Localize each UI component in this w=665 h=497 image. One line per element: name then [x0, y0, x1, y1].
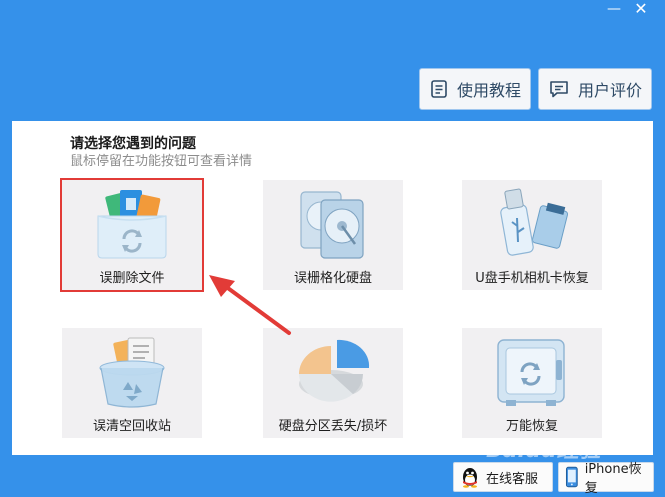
watermark: Baidu经验 — [486, 438, 601, 463]
hard-disk-icon — [300, 191, 364, 259]
tutorial-label: 使用教程 — [456, 81, 521, 100]
recycle-bin-icon — [99, 337, 165, 408]
minimize-button[interactable]: — — [601, 0, 627, 18]
tile-label: 硬盘分区丢失/损坏 — [278, 419, 388, 434]
pie-partition-icon — [299, 339, 370, 402]
tile-label: 误删除文件 — [99, 271, 165, 286]
tile-usb-card-recovery[interactable]: U盘手机相机卡恢复 — [462, 180, 602, 290]
iphone-recovery-label: iPhone恢复 — [584, 462, 642, 496]
tile-label: U盘手机相机卡恢复 — [475, 271, 589, 286]
tile-partition-lost[interactable]: 硬盘分区丢失/损坏 — [263, 328, 403, 438]
document-icon — [431, 80, 447, 98]
tile-label: 误清空回收站 — [92, 419, 171, 434]
tile-universal-recovery[interactable]: 万能恢复 — [462, 328, 602, 438]
tile-recycle-bin[interactable]: 误清空回收站 — [62, 328, 202, 438]
usb-sdcard-icon — [500, 188, 569, 256]
review-label: 用户评价 — [577, 81, 642, 100]
page-subtitle: 鼠标停留在功能按钮可查看详情 — [70, 154, 253, 169]
review-button[interactable]: 用户评价 — [538, 68, 652, 110]
tutorial-button[interactable]: 使用教程 — [419, 68, 531, 110]
qq-penguin-icon — [463, 468, 477, 488]
online-service-label: 在线客服 — [486, 471, 539, 487]
safe-box-icon — [497, 339, 565, 406]
iphone-recovery-button[interactable]: iPhone恢复 — [558, 462, 654, 496]
problem-panel: 请选择您遇到的问题 鼠标停留在功能按钮可查看详情 误删除文件 误栅格化硬盘 U盘… — [12, 121, 653, 455]
close-button[interactable]: ✕ — [628, 0, 654, 18]
folder-files-icon — [97, 190, 167, 259]
phone-icon — [565, 466, 578, 488]
tile-deleted-files[interactable]: 误删除文件 — [60, 178, 204, 292]
online-service-button[interactable]: 在线客服 — [453, 462, 553, 492]
comment-icon — [550, 81, 568, 98]
annotation-arrow-icon — [209, 275, 291, 335]
